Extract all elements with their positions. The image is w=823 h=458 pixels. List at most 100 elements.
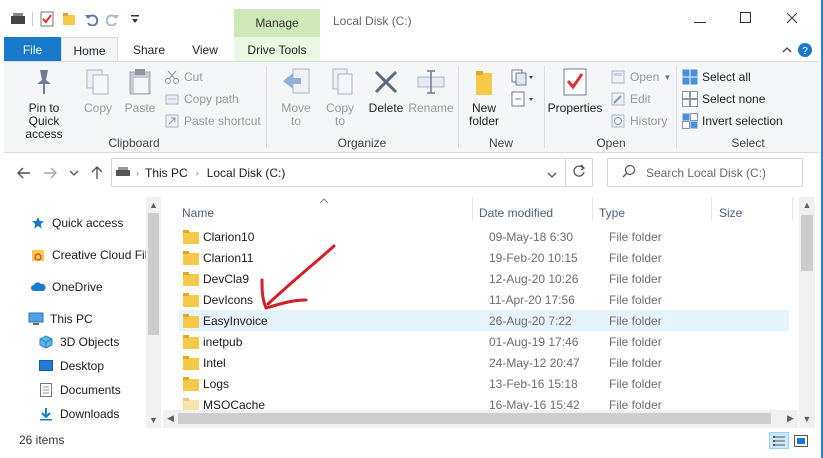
edit-button[interactable]: Edit xyxy=(610,90,651,108)
easy-access-icon[interactable] xyxy=(510,90,534,111)
properties-button[interactable]: Properties xyxy=(546,66,604,115)
system-menu-icon[interactable] xyxy=(10,11,26,27)
nav-item-label: Desktop xyxy=(60,359,105,373)
column-divider[interactable] xyxy=(792,197,793,221)
nav-item-desktop[interactable]: Desktop xyxy=(38,355,146,377)
paste-button[interactable]: Paste xyxy=(122,66,158,115)
cloud-icon xyxy=(30,279,46,295)
file-explorer-window: Manage Local Disk (C:) File Home Share V… xyxy=(0,0,823,458)
breadcrumb-this-pc[interactable]: This PC xyxy=(145,166,188,180)
tab-manage[interactable]: Manage xyxy=(234,9,320,37)
back-arrow-icon[interactable] xyxy=(14,163,34,183)
tab-share[interactable]: Share xyxy=(121,37,177,62)
copy-path-button[interactable]: Copy path xyxy=(164,90,239,108)
redo-icon[interactable] xyxy=(105,11,121,27)
select-none-button[interactable]: Select none xyxy=(682,90,765,108)
column-header-size[interactable]: Size xyxy=(719,201,742,225)
undo-icon[interactable] xyxy=(83,11,99,27)
column-header-date[interactable]: Date modified xyxy=(479,201,553,225)
recent-locations-icon[interactable] xyxy=(64,163,84,183)
new-item-icon[interactable] xyxy=(510,68,534,89)
search-input[interactable]: Search Local Disk (C:) xyxy=(607,158,803,187)
details-view-icon[interactable] xyxy=(769,432,789,449)
file-row-clarion10[interactable]: Clarion10 09-May-18 6:30 File folder xyxy=(179,226,789,247)
collapse-ribbon-icon[interactable] xyxy=(779,42,795,58)
cut-button[interactable]: Cut xyxy=(164,68,203,86)
tab-drive-tools[interactable]: Drive Tools xyxy=(234,37,320,62)
maximize-button[interactable] xyxy=(723,6,769,34)
scrollbar-thumb[interactable] xyxy=(178,413,771,424)
column-divider[interactable] xyxy=(472,197,473,221)
breadcrumb-separator-icon: › xyxy=(195,167,199,178)
refresh-button[interactable] xyxy=(565,158,593,187)
address-dropdown-icon[interactable] xyxy=(547,168,557,182)
new-folder-label: New folder xyxy=(468,101,500,128)
file-type: File folder xyxy=(609,313,662,328)
up-arrow-icon[interactable] xyxy=(87,163,107,183)
large-icons-view-icon[interactable] xyxy=(791,432,811,449)
file-row-clarion11[interactable]: Clarion11 19-Feb-20 10:15 File folder xyxy=(179,247,789,268)
rename-button[interactable]: Rename xyxy=(408,66,454,115)
file-row-devcla9[interactable]: DevCla9 12-Aug-20 10:26 File folder xyxy=(179,268,789,289)
close-button[interactable] xyxy=(769,6,815,34)
move-to-button[interactable]: Move to xyxy=(276,66,316,128)
nav-item-3d-objects[interactable]: 3D Objects xyxy=(38,331,146,353)
customize-qat-icon[interactable] xyxy=(127,11,143,27)
file-list-scrollbar[interactable]: ▲ ▼ xyxy=(799,197,815,429)
help-icon[interactable]: ? xyxy=(797,42,813,58)
column-header-type[interactable]: Type xyxy=(599,201,625,225)
tab-file[interactable]: File xyxy=(4,37,61,62)
tab-home[interactable]: Home xyxy=(61,37,118,63)
nav-pane-scrollbar[interactable]: ▲ ▼ xyxy=(146,197,161,429)
nav-item-documents[interactable]: Documents xyxy=(38,379,146,401)
scroll-up-icon[interactable]: ▲ xyxy=(146,197,161,212)
horizontal-scrollbar[interactable]: ◀ ▶ xyxy=(163,410,798,428)
forward-arrow-icon[interactable] xyxy=(40,163,60,183)
file-name: inetpub xyxy=(203,334,243,349)
new-folder-qat-icon[interactable] xyxy=(61,11,77,27)
paste-shortcut-button[interactable]: Paste shortcut xyxy=(164,112,261,130)
file-row-intel[interactable]: Intel 24-May-12 20:47 File folder xyxy=(179,352,789,373)
scrollbar-thumb[interactable] xyxy=(801,215,813,271)
tab-view[interactable]: View xyxy=(177,37,233,62)
open-button[interactable]: Open ▼ xyxy=(610,68,671,86)
pin-quick-access-button[interactable]: Pin to Quick access xyxy=(10,66,78,141)
scroll-right-icon[interactable]: ▶ xyxy=(783,411,798,426)
paste-shortcut-icon xyxy=(164,113,180,129)
scroll-up-icon[interactable]: ▲ xyxy=(799,197,815,212)
copy-to-label: Copy to xyxy=(325,101,354,128)
copy-to-button[interactable]: Copy to xyxy=(320,66,360,128)
column-header-name[interactable]: Name xyxy=(182,201,214,225)
nav-item-creative-cloud[interactable]: Creative Cloud Fil xyxy=(30,244,146,266)
column-divider[interactable] xyxy=(592,197,593,221)
properties-icon[interactable] xyxy=(39,11,55,27)
minimize-button[interactable] xyxy=(677,6,723,34)
select-group-label: Select xyxy=(731,136,765,150)
new-folder-button[interactable]: New folder xyxy=(464,66,504,128)
scroll-down-icon[interactable]: ▼ xyxy=(146,412,161,427)
group-divider xyxy=(458,66,459,148)
file-type: File folder xyxy=(609,250,662,265)
properties-label: Properties xyxy=(547,101,603,115)
scroll-down-icon[interactable]: ▼ xyxy=(799,411,815,426)
creative-cloud-icon xyxy=(30,247,46,263)
invert-selection-button[interactable]: Invert selection xyxy=(682,112,783,130)
new-group-label: New xyxy=(488,136,513,150)
nav-item-label: OneDrive xyxy=(52,280,103,294)
file-row-devicons[interactable]: DevIcons 11-Apr-20 17:56 File folder xyxy=(179,289,789,310)
breadcrumb-local-disk[interactable]: Local Disk (C:) xyxy=(207,166,286,180)
copy-button[interactable]: Copy xyxy=(82,66,114,115)
scrollbar-thumb[interactable] xyxy=(148,213,159,335)
history-button[interactable]: History xyxy=(610,112,667,130)
column-divider[interactable] xyxy=(711,197,712,221)
computer-icon xyxy=(28,311,44,327)
select-all-button[interactable]: Select all xyxy=(682,68,751,86)
address-bar[interactable]: › This PC › Local Disk (C:) xyxy=(111,158,566,187)
file-row-logs[interactable]: Logs 13-Feb-16 15:18 File folder xyxy=(179,373,789,394)
file-row-easyinvoice[interactable]: EasyInvoice 26-Aug-20 7:22 File folder xyxy=(179,310,789,331)
select-all-label: Select all xyxy=(702,70,751,84)
scroll-left-icon[interactable]: ◀ xyxy=(163,411,178,426)
file-row-inetpub[interactable]: inetpub 01-Aug-19 17:46 File folder xyxy=(179,331,789,352)
delete-button[interactable]: Delete xyxy=(368,66,404,115)
nav-item-downloads[interactable]: Downloads xyxy=(38,403,146,425)
